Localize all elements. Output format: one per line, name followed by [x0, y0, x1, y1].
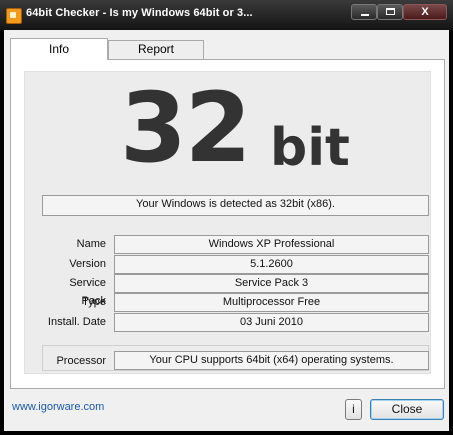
maximize-button[interactable]: [377, 4, 403, 20]
maximize-icon: [386, 8, 395, 15]
processor-value: Your CPU supports 64bit (x64) operating …: [114, 351, 429, 370]
close-button[interactable]: Close: [370, 399, 444, 420]
close-window-button[interactable]: X: [403, 4, 447, 20]
app-window: 64bit Checker - Is my Windows 64bit or 3…: [0, 0, 453, 435]
name-label: Name: [76, 238, 106, 250]
client-area: Info Report 32 bit Your Windows is detec…: [4, 30, 449, 431]
type-value: Multiprocessor Free: [114, 293, 429, 312]
version-label: Version: [69, 258, 106, 270]
info-button[interactable]: i: [345, 399, 362, 420]
name-value: Windows XP Professional: [114, 235, 429, 254]
bitness-number: 32: [120, 72, 252, 184]
service-pack-value: Service Pack 3: [114, 274, 429, 293]
bitness-unit: bit: [270, 118, 350, 178]
tab-info[interactable]: Info: [10, 38, 108, 60]
version-value: 5.1.2600: [114, 255, 429, 274]
close-icon: X: [421, 6, 429, 18]
title-bar[interactable]: 64bit Checker - Is my Windows 64bit or 3…: [0, 0, 453, 30]
detected-text: Your Windows is detected as 32bit (x86).: [42, 195, 429, 216]
processor-label: Processor: [56, 355, 106, 367]
minimize-icon: [361, 14, 369, 16]
app-icon: [6, 8, 22, 24]
type-label: Type: [82, 296, 106, 308]
minimize-button[interactable]: [351, 4, 377, 20]
window-title: 64bit Checker - Is my Windows 64bit or 3…: [26, 7, 253, 19]
info-group: 32 bit Your Windows is detected as 32bit…: [24, 71, 431, 374]
info-panel: 32 bit Your Windows is detected as 32bit…: [10, 59, 445, 389]
install-date-label: Install. Date: [47, 316, 106, 328]
website-link[interactable]: www.igorware.com: [12, 401, 104, 413]
install-date-value: 03 Juni 2010: [114, 313, 429, 332]
tab-report[interactable]: Report: [108, 40, 204, 59]
